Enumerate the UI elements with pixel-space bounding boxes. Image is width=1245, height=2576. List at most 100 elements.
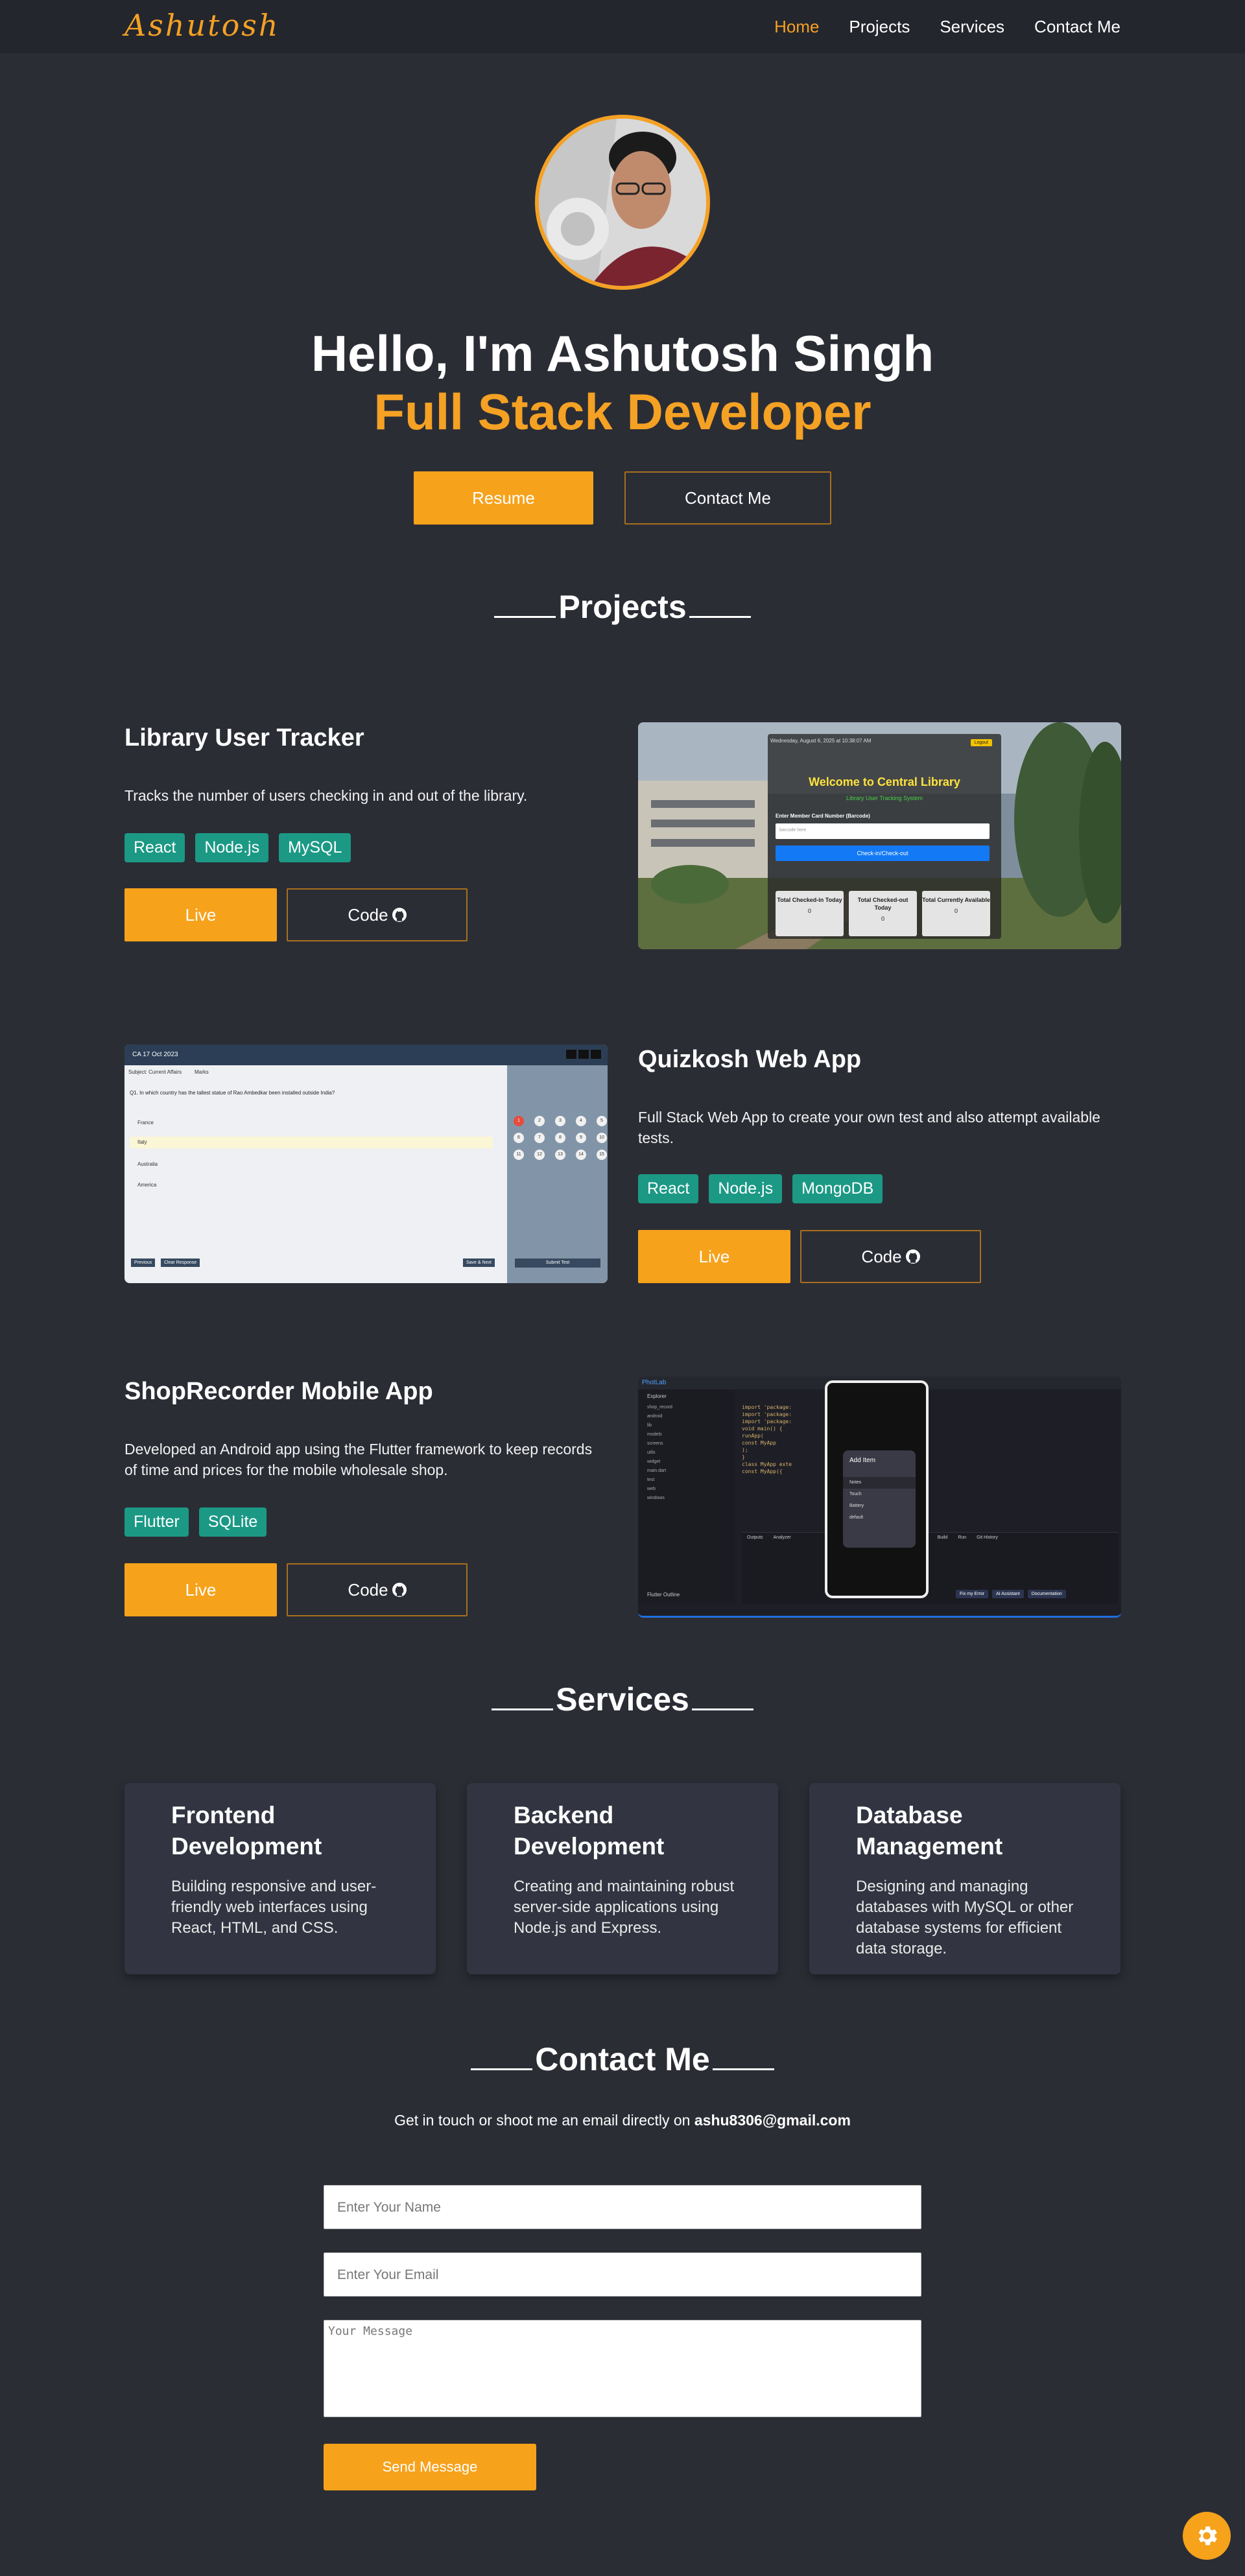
tree-item[interactable]: utils <box>647 1448 735 1458</box>
code-button[interactable]: Code <box>800 1230 981 1283</box>
welcome-subtitle: Library User Tracking System <box>846 795 923 801</box>
ide-action-button[interactable]: Documentation <box>1027 1590 1066 1598</box>
tree-item[interactable]: windows <box>647 1494 735 1503</box>
contact-note-text: Get in touch or shoot me an email direct… <box>394 2112 691 2129</box>
hero-contact-button[interactable]: Contact Me <box>624 471 831 525</box>
ide-explorer: Explorer shop_record android lib models … <box>638 1389 735 1603</box>
live-button[interactable]: Live <box>638 1230 790 1283</box>
code-line: import 'package: <box>742 1404 792 1410</box>
quiz-option[interactable]: America <box>137 1182 156 1188</box>
explorer-title: Explorer <box>647 1393 667 1399</box>
shoprecorder-screenshot: PhotLab Explorer shop_record android lib… <box>638 1377 1121 1618</box>
ide-action-button[interactable]: AI Assistant <box>992 1590 1024 1598</box>
projects-heading-text: Projects <box>558 589 687 625</box>
checkin-panel: Wednesday, August 6, 2025 at 10:38:07 AM… <box>768 734 1001 939</box>
service-description: Creating and maintaining robust server-s… <box>514 1878 735 1937</box>
panel-tab[interactable]: Git History <box>977 1535 998 1540</box>
send-message-button[interactable]: Send Message <box>324 2444 536 2490</box>
live-button[interactable]: Live <box>124 888 277 941</box>
nav-links: Home Projects Services Contact Me <box>774 17 1120 37</box>
question-number[interactable]: 11 <box>514 1150 524 1160</box>
question-number[interactable]: 9 <box>576 1133 586 1143</box>
clear-button[interactable]: Clear Response <box>161 1258 200 1267</box>
tree-item[interactable]: screens <box>647 1439 735 1448</box>
question-number[interactable]: 15 <box>597 1150 607 1160</box>
site-logo[interactable]: Ashutosh <box>124 8 280 43</box>
code-button[interactable]: Code <box>287 1563 468 1616</box>
settings-button[interactable] <box>1183 2512 1231 2560</box>
code-line: const MyApp <box>742 1440 776 1446</box>
email-field[interactable]: Enter Your Email <box>324 2252 921 2297</box>
panel-tab[interactable]: Build <box>938 1535 948 1540</box>
menu-item[interactable]: default <box>843 1512 916 1524</box>
code-line: } <box>742 1454 745 1460</box>
question-number[interactable]: 2 <box>534 1116 545 1126</box>
tag: Node.js <box>195 833 269 862</box>
prev-button[interactable]: Previous <box>131 1258 156 1267</box>
stat-value: 0 <box>807 908 811 914</box>
barcode-input[interactable]: barcode here <box>776 823 990 839</box>
stat-card: Total Checked-in Today 0 <box>776 891 844 936</box>
nav-link-projects[interactable]: Projects <box>849 17 910 37</box>
tag: SQLite <box>198 1507 267 1537</box>
stat-value: 0 <box>954 908 958 914</box>
question-number[interactable]: 14 <box>576 1150 586 1160</box>
github-icon <box>392 908 407 922</box>
tree-item[interactable]: android <box>647 1412 735 1421</box>
resume-button[interactable]: Resume <box>414 471 593 525</box>
quiz-option[interactable]: Italy <box>130 1137 493 1148</box>
question-number[interactable]: 1 <box>514 1116 524 1126</box>
save-next-button[interactable]: Save & Next <box>463 1258 495 1267</box>
tag: Flutter <box>124 1507 189 1537</box>
stat-label: Total Checked-in Today <box>777 897 842 903</box>
quiz-option[interactable]: France <box>137 1120 154 1126</box>
code-button[interactable]: Code <box>287 888 468 941</box>
menu-item[interactable]: Battery <box>843 1500 916 1512</box>
date-text: Wednesday, August 6, 2025 at 10:38:07 AM <box>770 738 872 744</box>
quiz-topbar: CA 17 Oct 2023 <box>124 1045 608 1065</box>
quiz-option[interactable]: Australia <box>137 1161 158 1167</box>
profile-avatar <box>535 115 710 290</box>
logout-button[interactable]: Logout <box>970 739 992 746</box>
menu-item[interactable]: Touch <box>843 1489 916 1500</box>
tree-item[interactable]: test <box>647 1476 735 1485</box>
nav-link-services[interactable]: Services <box>940 17 1004 37</box>
question-number[interactable]: 12 <box>534 1150 545 1160</box>
tree-item[interactable]: lib <box>647 1421 735 1430</box>
tree-item[interactable]: widget <box>647 1458 735 1467</box>
quiz-question: Q1. In which country has the tallest sta… <box>130 1090 335 1096</box>
question-number[interactable]: 4 <box>576 1116 586 1126</box>
services-heading-text: Services <box>556 1681 689 1718</box>
stat-card: Total Checked-out Today 0 <box>849 891 917 936</box>
submit-test-button[interactable]: Submit Test <box>515 1258 600 1268</box>
panel-tab[interactable]: Run <box>958 1535 966 1540</box>
question-number[interactable]: 10 <box>597 1133 607 1143</box>
question-number[interactable]: 8 <box>555 1133 565 1143</box>
project-description: Full Stack Web App to create your own te… <box>638 1109 1100 1146</box>
question-number[interactable]: 3 <box>555 1116 565 1126</box>
service-card: Database Management Designing and managi… <box>809 1783 1120 1974</box>
panel-tab[interactable]: Analyzer <box>774 1535 791 1540</box>
question-number[interactable]: 5 <box>597 1116 607 1126</box>
contact-email[interactable]: ashu8306@gmail.com <box>694 2112 851 2129</box>
tree-item[interactable]: web <box>647 1485 735 1494</box>
question-number[interactable]: 6 <box>514 1133 524 1143</box>
question-number[interactable]: 7 <box>534 1133 545 1143</box>
tree-item[interactable]: main.dart <box>647 1467 735 1476</box>
tree-item[interactable]: models <box>647 1430 735 1439</box>
project-tags: Flutter SQLite <box>124 1507 267 1537</box>
nav-link-home[interactable]: Home <box>774 17 819 37</box>
contact-heading: Contact Me <box>0 2040 1245 2078</box>
name-field[interactable]: Enter Your Name <box>324 2185 921 2229</box>
ide-action-button[interactable]: Fix my Error <box>956 1590 989 1598</box>
checkin-button[interactable]: Check-in/Check-out <box>776 845 990 861</box>
live-button[interactable]: Live <box>124 1563 277 1616</box>
message-field[interactable]: Your Message <box>324 2320 921 2417</box>
question-number[interactable]: 13 <box>555 1150 565 1160</box>
menu-item[interactable]: Notes <box>843 1477 916 1489</box>
code-editor: import 'package: import 'package: import… <box>742 1404 792 1475</box>
flutter-outline-label[interactable]: Flutter Outline <box>647 1592 680 1598</box>
tree-item[interactable]: shop_record <box>647 1403 735 1412</box>
nav-link-contact[interactable]: Contact Me <box>1034 17 1120 37</box>
panel-tab[interactable]: Outputs <box>747 1535 763 1540</box>
